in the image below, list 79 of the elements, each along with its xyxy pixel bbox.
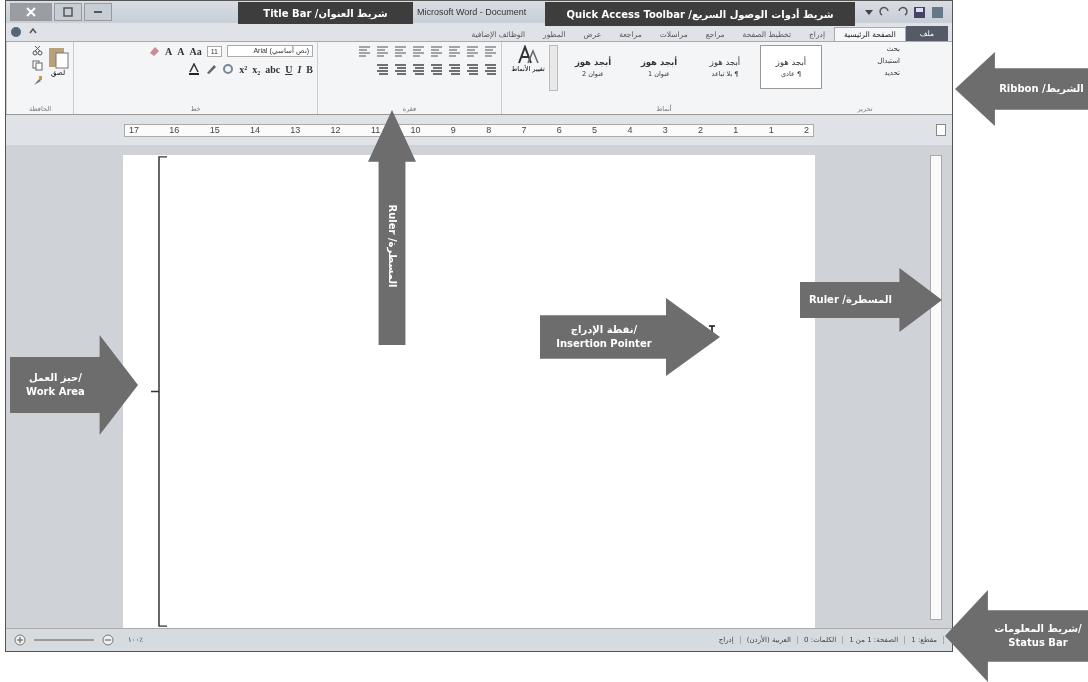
callout-text: Ruler /المسطرة [807, 293, 893, 307]
undo-icon[interactable] [896, 6, 908, 18]
ruler-number: 3 [662, 125, 668, 135]
ruler-number: 4 [627, 125, 633, 135]
format-button[interactable]: x² [239, 63, 248, 75]
ruler-number: 1 [733, 125, 739, 135]
align-icon[interactable] [448, 63, 461, 75]
minimize-button[interactable] [84, 3, 112, 21]
paragraph-tool-icon[interactable] [484, 45, 497, 57]
close-button[interactable] [10, 3, 52, 21]
style-sample: أبجد هوز [574, 56, 612, 67]
zoom-out-icon[interactable] [102, 634, 114, 646]
format-button[interactable]: B [306, 63, 313, 75]
style-sample: أبجد هوز [775, 56, 807, 67]
style-sample: أبجد هوز [640, 56, 678, 67]
ruler-number: 2 [803, 125, 809, 135]
ruler-toggle-button[interactable] [936, 124, 946, 136]
callout-label: Quick Access Toolbar /شريط أدوات الوصول السريع [545, 2, 855, 26]
paragraph-tool-icon[interactable] [412, 45, 425, 57]
brush-icon[interactable] [32, 75, 43, 86]
highlighter-icon[interactable] [205, 63, 218, 75]
format-button[interactable]: x₂ [252, 63, 261, 75]
callout-label: Title Bar /شريط العنوان [238, 2, 413, 24]
maximize-icon [63, 7, 73, 17]
maximize-button[interactable] [54, 3, 82, 21]
font-button[interactable]: A [177, 45, 185, 57]
ruler-number: 1 [768, 125, 774, 135]
format-button[interactable]: U [285, 63, 293, 75]
align-icon[interactable] [412, 63, 425, 75]
ruler-number: 10 [410, 125, 421, 135]
redo-icon[interactable] [879, 6, 891, 18]
callout-text: Ribbon /الشريط [998, 82, 1085, 97]
align-icon[interactable] [394, 63, 407, 75]
align-icon[interactable] [430, 63, 443, 75]
ruler-number: 13 [290, 125, 301, 135]
style-sample: أبجد هوز [709, 56, 741, 67]
ruler-number: 9 [450, 125, 456, 135]
paragraph-tool-icon[interactable] [358, 45, 371, 57]
font-button[interactable]: Aa [189, 45, 202, 57]
window-title: Microsoft Word - Document [417, 7, 527, 17]
ruler-number: 8 [486, 125, 492, 135]
dropdown-icon[interactable] [864, 7, 874, 17]
ruler-number: 6 [556, 125, 562, 135]
collapse-icon[interactable] [28, 26, 38, 36]
paragraph-tool-icon[interactable] [448, 45, 461, 57]
font-button[interactable]: A [165, 45, 173, 57]
eraser-icon[interactable] [148, 45, 160, 57]
ruler-number: 16 [169, 125, 180, 135]
clipboard-icon [47, 45, 69, 69]
ruler-number: 7 [521, 125, 527, 135]
ruler-number: 5 [592, 125, 598, 135]
paragraph-tool-icon[interactable] [466, 45, 479, 57]
paragraph-tool-icon[interactable] [430, 45, 443, 57]
align-icon[interactable] [466, 63, 479, 75]
save-icon[interactable] [913, 5, 926, 19]
format-button[interactable]: abc [265, 63, 281, 75]
zoom-in-icon[interactable] [14, 634, 26, 646]
ruler-number: 2 [698, 125, 704, 135]
minimize-icon [93, 11, 103, 13]
styles-icon [517, 45, 539, 65]
align-icon[interactable] [484, 63, 497, 75]
format-button[interactable]: I [297, 63, 302, 75]
paragraph-tool-icon[interactable] [376, 45, 389, 57]
ruler-number: 14 [249, 125, 260, 135]
close-icon [26, 7, 36, 17]
scissors-icon[interactable] [32, 45, 43, 56]
ruler-number: 11 [370, 125, 381, 135]
ruler-number: 17 [129, 125, 139, 135]
ruler-number: 15 [209, 125, 220, 135]
text-effects-icon[interactable] [222, 63, 235, 75]
callout-text: نقطة الإدراج/ Insertion Pointer [555, 323, 653, 351]
callout-text: شريط المعلومات/ Status Bar [993, 622, 1083, 650]
copy-icon[interactable] [32, 60, 43, 71]
paragraph-tool-icon[interactable] [394, 45, 407, 57]
callout-text: Ruler /المسطرة [385, 203, 399, 290]
align-icon[interactable] [376, 63, 389, 75]
ruler-number: 12 [330, 125, 341, 135]
callout-text: حيز العمل/ Work Area [25, 371, 86, 399]
font-color-icon[interactable] [188, 63, 201, 75]
